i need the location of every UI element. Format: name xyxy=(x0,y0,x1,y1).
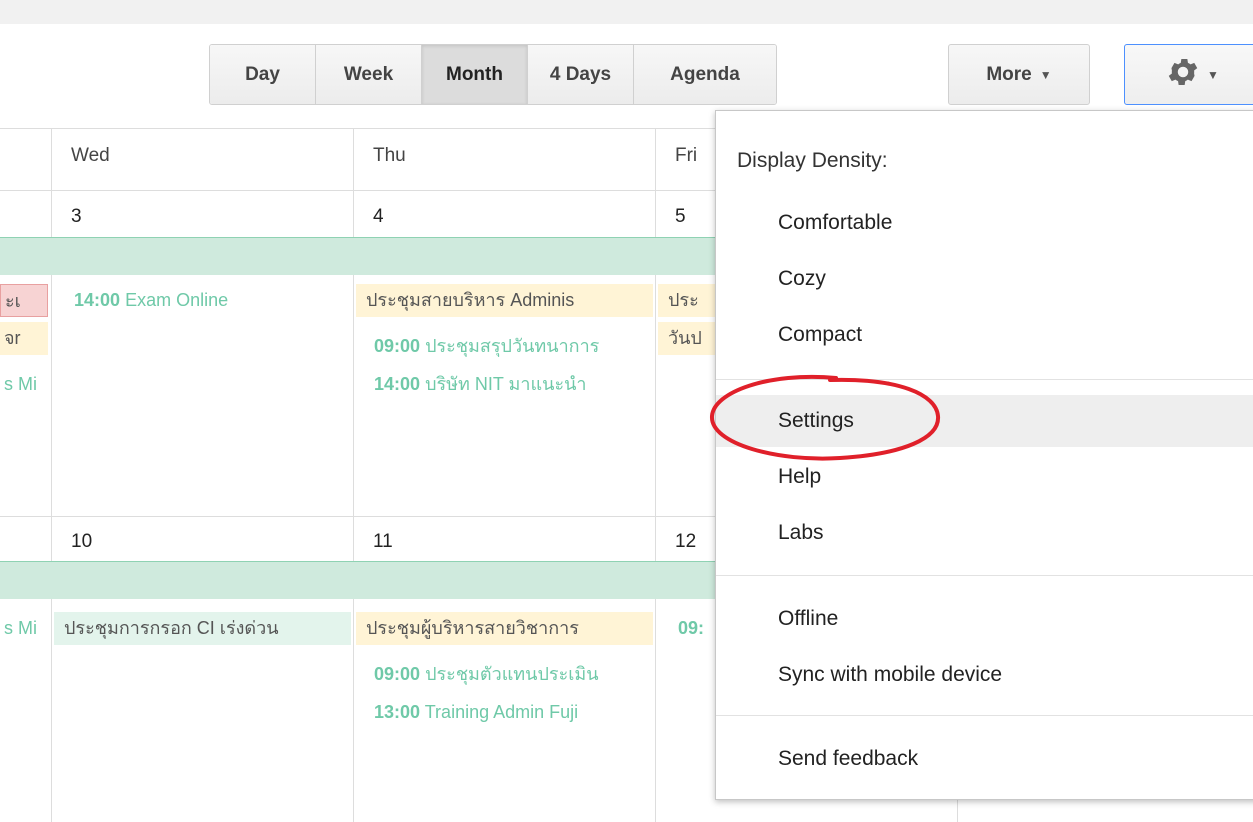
event-time: 14:00 xyxy=(74,290,121,310)
view-agenda-button[interactable]: Agenda xyxy=(634,45,776,104)
event-title: Training Admin Fuji xyxy=(424,702,579,722)
event-title: บริษัท NIT มาแนะนำ xyxy=(425,374,587,394)
menu-item-comfortable[interactable]: Comfortable xyxy=(716,197,1253,249)
event-title: ประชุมตัวแทนประเมิน xyxy=(425,664,599,684)
event-time: 09:00 xyxy=(374,664,421,684)
event-chip[interactable]: ะเ xyxy=(0,284,48,317)
view-switcher: Day Week Month 4 Days Agenda xyxy=(209,44,777,105)
menu-item-offline[interactable]: Offline xyxy=(716,593,1253,645)
event-chip[interactable]: ประ xyxy=(658,284,716,317)
event-chip[interactable]: วันป xyxy=(658,322,716,355)
day-header-wed: Wed xyxy=(71,145,110,166)
event-item[interactable]: 13:00 Training Admin Fuji xyxy=(364,696,653,729)
caret-down-icon: ▼ xyxy=(1207,67,1219,82)
event-chip[interactable]: ประชุมสายบริหาร Adminis xyxy=(356,284,653,317)
event-item[interactable]: 14:00 บริษัท NIT มาแนะนำ xyxy=(364,368,653,401)
menu-separator xyxy=(716,575,1253,576)
date-number[interactable]: 12 xyxy=(675,531,696,553)
menu-item-help[interactable]: Help xyxy=(716,451,1253,503)
menu-item-cozy[interactable]: Cozy xyxy=(716,253,1253,305)
date-number[interactable]: 11 xyxy=(373,531,393,553)
menu-separator xyxy=(716,715,1253,716)
more-button[interactable]: More ▼ xyxy=(948,44,1090,105)
event-title: ประชุมสรุปวันทนาการ xyxy=(425,336,600,356)
grid-line xyxy=(353,128,354,822)
event-time: 13:00 xyxy=(374,702,421,722)
view-4days-button[interactable]: 4 Days xyxy=(528,45,634,104)
menu-item-send-feedback[interactable]: Send feedback xyxy=(716,733,1253,785)
event-item[interactable]: 09:00 ประชุมตัวแทนประเมิน xyxy=(364,658,653,691)
day-header-thu: Thu xyxy=(373,145,406,166)
event-title: Exam Online xyxy=(125,290,229,310)
view-day-button[interactable]: Day xyxy=(210,45,316,104)
event-item[interactable]: 09: xyxy=(668,612,716,645)
more-label: More xyxy=(986,63,1032,85)
date-number[interactable]: 4 xyxy=(373,206,384,228)
date-number[interactable]: 5 xyxy=(675,206,686,228)
menu-item-sync-mobile[interactable]: Sync with mobile device xyxy=(716,649,1253,701)
event-chip[interactable]: s Mi xyxy=(0,368,48,401)
event-chip[interactable]: s Mi xyxy=(0,612,48,645)
event-chip[interactable]: จr xyxy=(0,322,48,355)
event-item[interactable]: 09:00 ประชุมสรุปวันทนาการ xyxy=(364,330,653,363)
grid-line xyxy=(51,128,52,822)
event-chip[interactable]: ประชุมผู้บริหารสายวิชาการ xyxy=(356,612,653,645)
event-time: 14:00 xyxy=(374,374,421,394)
event-time: 09:00 xyxy=(374,336,421,356)
menu-separator xyxy=(716,379,1253,380)
event-item[interactable]: 14:00 Exam Online xyxy=(64,284,349,317)
event-chip[interactable]: ประชุมการกรอก CI เร่งด่วน xyxy=(54,612,351,645)
view-month-button[interactable]: Month xyxy=(422,45,528,104)
display-density-title: Display Density: xyxy=(737,149,888,172)
date-number[interactable]: 3 xyxy=(71,206,82,228)
caret-down-icon: ▼ xyxy=(1039,67,1052,82)
settings-menu: Display Density: Comfortable Cozy Compac… xyxy=(715,110,1253,800)
grid-line xyxy=(655,128,656,822)
menu-item-labs[interactable]: Labs xyxy=(716,507,1253,559)
menu-item-settings[interactable]: Settings xyxy=(716,395,1253,447)
view-week-button[interactable]: Week xyxy=(316,45,422,104)
gear-icon xyxy=(1165,54,1201,95)
date-number[interactable]: 10 xyxy=(71,531,92,553)
top-strip xyxy=(0,0,1253,24)
day-header-fri: Fri xyxy=(675,145,698,166)
settings-gear-button[interactable]: ▼ xyxy=(1124,44,1253,105)
menu-item-compact[interactable]: Compact xyxy=(716,309,1253,361)
